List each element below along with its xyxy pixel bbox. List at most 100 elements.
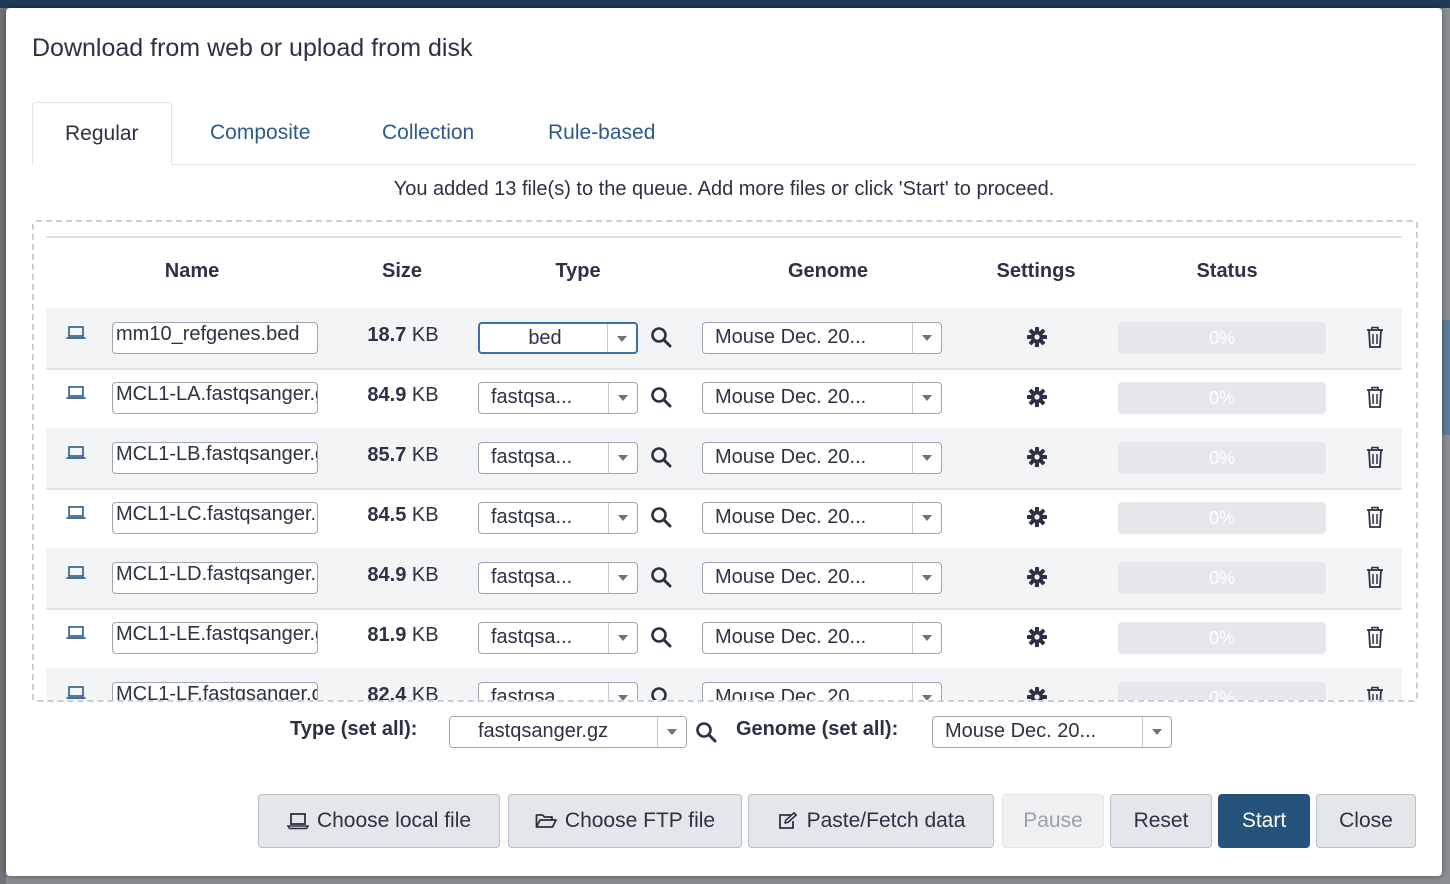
genome-select[interactable]: Mouse Dec. 20... bbox=[702, 682, 942, 700]
file-type-select[interactable]: fastqsa... bbox=[478, 562, 638, 594]
type-set-all-value: fastqsanger.gz bbox=[478, 720, 609, 742]
genome-set-all-label: Genome (set all): bbox=[736, 718, 899, 740]
file-name-input[interactable]: MCL1-LA.fastqsanger.gz bbox=[112, 382, 318, 414]
gear-icon[interactable] bbox=[1026, 506, 1048, 528]
tab-rule-based[interactable]: Rule-based bbox=[516, 102, 687, 164]
file-size-value: 81.9 bbox=[367, 624, 407, 646]
chevron-down-icon bbox=[608, 503, 637, 533]
trash-icon[interactable] bbox=[1366, 566, 1384, 588]
queue-message: You added 13 file(s) to the queue. Add m… bbox=[393, 178, 1055, 200]
chevron-down-icon bbox=[912, 503, 941, 533]
search-icon[interactable] bbox=[650, 386, 672, 408]
search-icon[interactable] bbox=[650, 686, 672, 700]
search-icon[interactable] bbox=[650, 566, 672, 588]
genome-set-all-select[interactable]: Mouse Dec. 20... bbox=[932, 716, 1172, 748]
header-settings: Settings bbox=[996, 260, 1076, 282]
table-header: Name Size Type Genome Settings Status bbox=[46, 236, 1402, 310]
upload-progress-bar: 0% bbox=[1118, 682, 1326, 700]
file-size-value: 18.7 bbox=[367, 324, 407, 346]
upload-dialog: Download from web or upload from disk Re… bbox=[6, 8, 1442, 876]
file-type-value: fastqsa... bbox=[491, 506, 573, 528]
paste-fetch-data-label: Paste/Fetch data bbox=[806, 809, 966, 832]
trash-icon[interactable] bbox=[1366, 446, 1384, 468]
search-icon[interactable] bbox=[650, 446, 672, 468]
file-size: 84.9 KB bbox=[348, 564, 458, 587]
search-icon[interactable] bbox=[650, 326, 672, 348]
file-size-unit: KB bbox=[411, 384, 439, 406]
chevron-down-icon bbox=[608, 563, 637, 593]
genome-select[interactable]: Mouse Dec. 20... bbox=[702, 562, 942, 594]
upload-progress-bar: 0% bbox=[1118, 382, 1326, 414]
file-type-value: bed bbox=[528, 327, 562, 349]
pause-button[interactable]: Pause bbox=[1002, 794, 1104, 848]
gear-icon[interactable] bbox=[1026, 626, 1048, 648]
choose-local-file-button[interactable]: Choose local file bbox=[258, 794, 500, 848]
gear-icon[interactable] bbox=[1026, 686, 1048, 700]
file-name-input[interactable]: MCL1-LD.fastqsanger.gz bbox=[112, 562, 318, 594]
paste-fetch-data-button[interactable]: Paste/Fetch data bbox=[748, 794, 994, 848]
laptop-icon bbox=[66, 566, 86, 579]
file-size-unit: KB bbox=[411, 324, 439, 346]
file-type-select[interactable]: fastqsa... bbox=[478, 502, 638, 534]
file-size: 84.9 KB bbox=[348, 384, 458, 407]
gear-icon[interactable] bbox=[1026, 386, 1048, 408]
file-size-unit: KB bbox=[411, 444, 439, 466]
tab-regular[interactable]: Regular bbox=[32, 102, 172, 165]
trash-icon[interactable] bbox=[1366, 506, 1384, 528]
file-name-input[interactable]: MCL1-LF.fastqsanger.gz bbox=[112, 682, 318, 700]
close-button[interactable]: Close bbox=[1316, 794, 1416, 848]
choose-local-file-label: Choose local file bbox=[316, 809, 472, 832]
upload-progress-bar: 0% bbox=[1118, 442, 1326, 474]
file-type-select[interactable]: fastqsa... bbox=[478, 382, 638, 414]
tab-composite[interactable]: Composite bbox=[178, 102, 342, 164]
file-name-input[interactable]: MCL1-LC.fastqsanger.gz bbox=[112, 502, 318, 534]
gear-icon[interactable] bbox=[1026, 446, 1048, 468]
file-type-select[interactable]: fastqsa... bbox=[478, 622, 638, 654]
folder-open-icon bbox=[535, 814, 557, 828]
chevron-down-icon bbox=[608, 443, 637, 473]
tab-collection[interactable]: Collection bbox=[350, 102, 506, 164]
genome-value: Mouse Dec. 20... bbox=[715, 686, 867, 700]
search-icon[interactable] bbox=[650, 506, 672, 528]
search-icon[interactable] bbox=[650, 626, 672, 648]
table-row: MCL1-LC.fastqsanger.gz 84.5 KB fastqsa... M… bbox=[46, 488, 1402, 550]
trash-icon[interactable] bbox=[1366, 326, 1384, 348]
chevron-down-icon bbox=[657, 717, 686, 747]
trash-icon[interactable] bbox=[1366, 686, 1384, 700]
genome-select[interactable]: Mouse Dec. 20... bbox=[702, 442, 942, 474]
chevron-down-icon bbox=[1142, 717, 1171, 747]
file-type-select[interactable]: fastqsa... bbox=[478, 442, 638, 474]
gear-icon[interactable] bbox=[1026, 566, 1048, 588]
chevron-down-icon bbox=[912, 563, 941, 593]
laptop-icon bbox=[66, 446, 86, 459]
genome-select[interactable]: Mouse Dec. 20... bbox=[702, 502, 942, 534]
start-button[interactable]: Start bbox=[1218, 794, 1310, 848]
upload-drop-zone[interactable]: Name Size Type Genome Settings Status mm… bbox=[32, 220, 1418, 702]
laptop-icon bbox=[66, 386, 86, 399]
edit-icon bbox=[778, 812, 797, 829]
file-name-input[interactable]: MCL1-LB.fastqsanger.gz bbox=[112, 442, 318, 474]
file-name-input[interactable]: MCL1-LE.fastqsanger.gz bbox=[112, 622, 318, 654]
gear-icon[interactable] bbox=[1026, 326, 1048, 348]
file-size-value: 84.9 bbox=[367, 384, 407, 406]
choose-ftp-file-button[interactable]: Choose FTP file bbox=[508, 794, 742, 848]
type-set-all-select[interactable]: fastqsanger.gz bbox=[449, 716, 687, 748]
genome-select[interactable]: Mouse Dec. 20... bbox=[702, 622, 942, 654]
file-type-select[interactable]: fastqsa... bbox=[478, 682, 638, 700]
chevron-down-icon bbox=[608, 383, 637, 413]
laptop-icon bbox=[66, 686, 86, 699]
genome-select[interactable]: Mouse Dec. 20... bbox=[702, 382, 942, 414]
laptop-icon bbox=[66, 506, 86, 519]
file-name-input[interactable]: mm10_refgenes.bed bbox=[112, 322, 318, 354]
table-row: MCL1-LA.fastqsanger.gz 84.9 KB fastqsa... M… bbox=[46, 368, 1402, 430]
trash-icon[interactable] bbox=[1366, 386, 1384, 408]
upload-tabs: Regular Composite Collection Rule-based bbox=[32, 102, 1416, 165]
trash-icon[interactable] bbox=[1366, 626, 1384, 648]
search-icon[interactable] bbox=[695, 721, 717, 743]
reset-button[interactable]: Reset bbox=[1110, 794, 1212, 848]
file-type-select[interactable]: bed bbox=[478, 322, 638, 354]
file-size-value: 84.9 bbox=[367, 564, 407, 586]
genome-select[interactable]: Mouse Dec. 20... bbox=[702, 322, 942, 354]
genome-value: Mouse Dec. 20... bbox=[715, 626, 867, 648]
choose-ftp-file-label: Choose FTP file bbox=[564, 809, 716, 832]
